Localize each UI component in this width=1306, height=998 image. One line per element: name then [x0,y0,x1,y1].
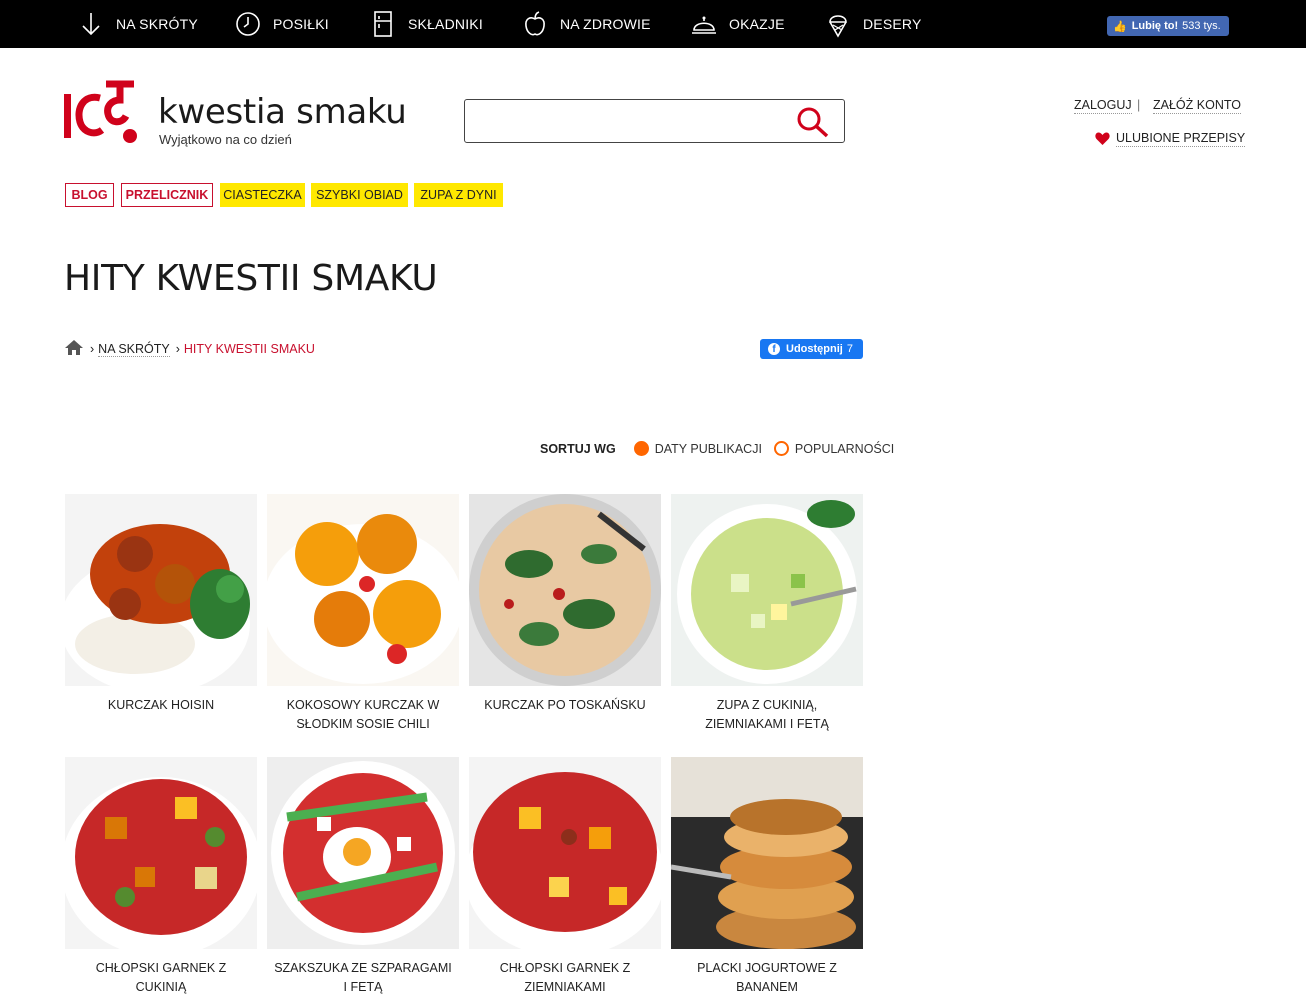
breadcrumb-separator: › [175,342,180,356]
recipe-card[interactable]: KURCZAK PO TOSKAŃSKU [469,494,661,715]
nav-label: SKŁADNIKI [408,16,483,32]
nav-label: POSIŁKI [273,16,329,32]
breadcrumb-current: HITY KWESTII SMAKU [183,342,315,356]
recipe-card[interactable]: PLACKI JOGURTOWE Z BANANEM [671,757,863,997]
recipe-image[interactable] [267,757,459,949]
share-label: Udostępnij [786,343,843,355]
tag-ciasteczka[interactable]: CIASTECZKA [220,183,305,207]
heart-icon [1095,132,1110,145]
ice-cream-icon [829,15,847,38]
nav-item-na-skroty[interactable]: NA SKRÓTY [78,0,198,48]
recipe-title[interactable]: KURCZAK HOISIN [65,696,257,715]
recipe-card[interactable]: CHŁOPSKI GARNEK Z ZIEMNIAKAMI [469,757,661,997]
favorites-link[interactable]: ULUBIONE PRZEPISY [1095,131,1246,147]
page-title: HITY KWESTII SMAKU [64,258,438,299]
account-separator: | [1137,98,1141,112]
recipe-title[interactable]: PLACKI JOGURTOWE Z BANANEM [671,959,863,997]
login-link[interactable]: ZALOGUJ [1074,98,1132,114]
nav-item-skladniki[interactable]: SKŁADNIKI [370,0,483,48]
sort-option-label: POPULARNOŚCI [794,441,895,456]
brand-name: kwestia smaku [158,92,407,132]
recipe-image[interactable] [671,757,863,949]
cloche-icon [692,16,716,34]
breadcrumb: › NA SKRÓTY › HITY KWESTII SMAKU [64,339,315,359]
sort-option-popularity[interactable]: POPULARNOŚCI [773,441,895,456]
recipe-image[interactable] [469,757,661,949]
top-navigation: NA SKRÓTY POSIŁKI SKŁADNIKI NA ZDROWIE O… [0,0,1306,48]
recipe-card[interactable]: KOKOSOWY KURCZAK W SŁODKIM SOSIE CHILI [267,494,459,734]
home-icon [65,340,83,355]
recipe-title[interactable]: CHŁOPSKI GARNEK Z CUKINIĄ [65,959,257,997]
nav-label: NA ZDROWIE [560,16,651,32]
nav-item-na-zdrowie[interactable]: NA ZDROWIE [522,0,651,48]
register-link[interactable]: ZAŁÓŻ KONTO [1153,98,1241,114]
fridge-icon [374,11,392,37]
recipe-image[interactable] [65,757,257,949]
nav-item-posilki[interactable]: POSIŁKI [235,0,329,48]
home-link[interactable] [64,339,84,359]
facebook-icon: f [768,343,780,355]
breadcrumb-separator: › [90,342,95,356]
radio-unselected[interactable] [773,441,789,456]
tag-szybki-obiad[interactable]: SZYBKI OBIAD [311,183,408,207]
recipe-title[interactable]: SZAKSZUKA ZE SZPARAGAMI I FETĄ [267,959,459,997]
arrow-down-icon [82,13,100,36]
sort-label: SORTUJ WG [540,441,616,456]
brand-tagline: Wyjątkowo na co dzień [159,132,292,147]
nav-item-okazje[interactable]: OKAZJE [691,0,785,48]
sort-option-date[interactable]: DATY PUBLIKACJI [633,441,762,456]
recipe-title[interactable]: KOKOSOWY KURCZAK W SŁODKIM SOSIE CHILI [267,696,459,734]
nav-label: OKAZJE [729,16,785,32]
recipe-image[interactable] [65,494,257,686]
sort-option-label: DATY PUBLIKACJI [654,441,762,456]
recipe-title[interactable]: KURCZAK PO TOSKAŃSKU [469,696,661,715]
recipe-card[interactable]: ZUPA Z CUKINIĄ, ZIEMNIAKAMI I FETĄ [671,494,863,734]
apple-icon [525,11,545,36]
recipe-image[interactable] [267,494,459,686]
recipe-title[interactable]: ZUPA Z CUKINIĄ, ZIEMNIAKAMI I FETĄ [671,696,863,734]
clock-icon [236,12,260,36]
recipe-image[interactable] [469,494,661,686]
thumbs-up-icon: 👍 [1113,20,1127,33]
tag-zupa-z-dyni[interactable]: ZUPA Z DYNI [414,183,503,207]
breadcrumb-parent[interactable]: NA SKRÓTY [98,342,170,357]
recipe-title[interactable]: CHŁOPSKI GARNEK Z ZIEMNIAKAMI [469,959,661,997]
nav-label: DESERY [863,16,922,32]
tag-przelicznik[interactable]: PRZELICZNIK [121,183,213,207]
recipe-image[interactable] [671,494,863,686]
fb-like-count: 533 tys. [1182,20,1221,32]
sort-controls: SORTUJ WG DATY PUBLIKACJI POPULARNOŚCI [540,441,906,456]
recipe-card[interactable]: CHŁOPSKI GARNEK Z CUKINIĄ [65,757,257,997]
radio-selected[interactable] [633,441,649,456]
facebook-like-button[interactable]: 👍 Lubię to! 533 tys. [1107,16,1229,36]
kwestia-smaku-logo[interactable] [64,80,140,146]
recipe-card[interactable]: SZAKSZUKA ZE SZPARAGAMI I FETĄ [267,757,459,997]
recipe-card[interactable]: KURCZAK HOISIN [65,494,257,715]
share-count: 7 [846,343,853,355]
search-box [464,99,845,143]
fb-like-label: Lubię to! [1131,20,1179,32]
search-icon[interactable] [796,106,830,138]
search-input[interactable] [475,100,795,140]
favorites-label: ULUBIONE PRZEPISY [1116,131,1246,147]
tag-blog[interactable]: BLOG [65,183,114,207]
nav-item-desery[interactable]: DESERY [825,0,922,48]
nav-label: NA SKRÓTY [116,16,198,32]
facebook-share-button[interactable]: f Udostępnij 7 [760,339,863,359]
